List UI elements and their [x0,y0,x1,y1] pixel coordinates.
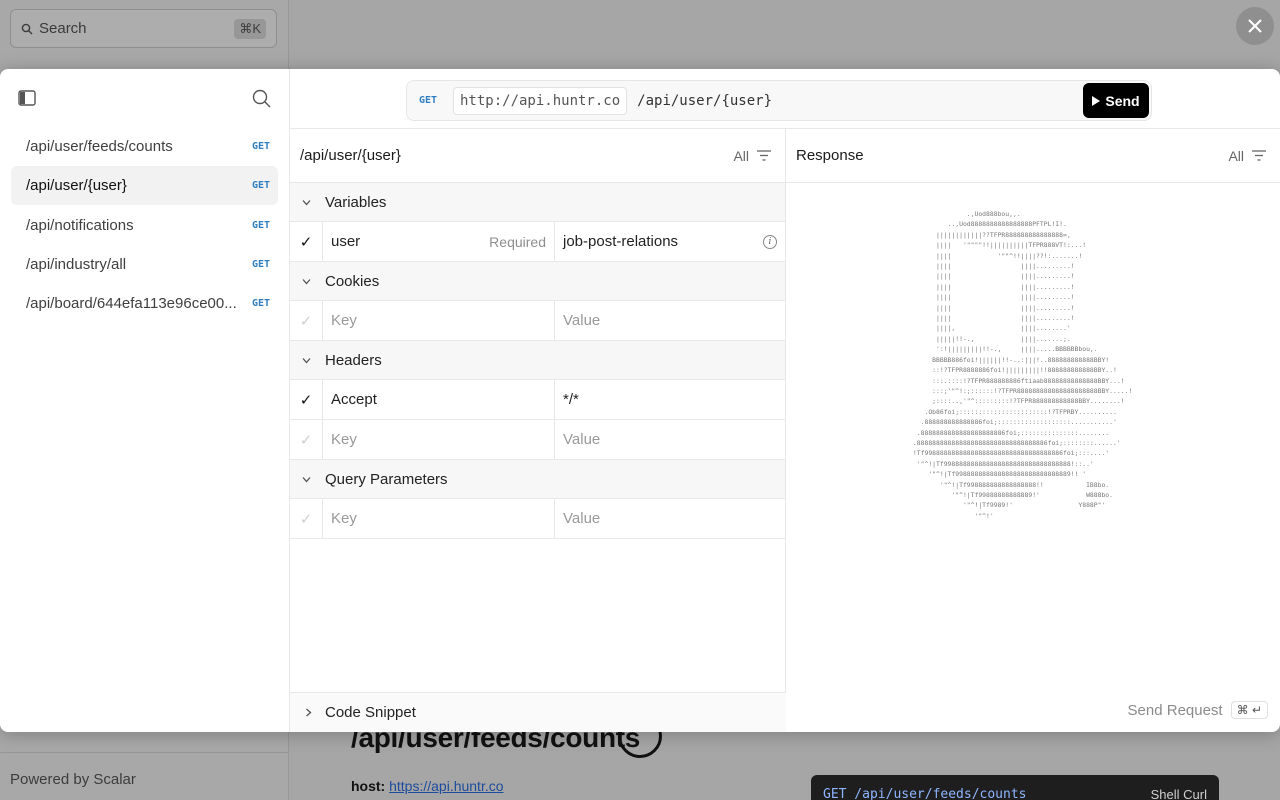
info-icon[interactable]: i [763,234,777,249]
send-label: Send [1105,92,1140,109]
search-icon[interactable] [252,89,271,108]
request-filter[interactable]: All [733,148,771,164]
header-key-input[interactable]: Key [323,420,555,459]
chevron-down-icon [302,357,311,363]
cookie-value-input[interactable]: Value [555,301,785,340]
variable-key-text: user [331,233,361,250]
section-headers-label: Headers [325,351,382,369]
close-icon [1248,19,1262,33]
sidebar-item-board[interactable]: /api/board/644efa113e96ce00... GET [11,284,278,323]
method-badge: GET [251,298,270,310]
method-badge: GET [251,141,270,152]
check-icon[interactable]: ✓ [290,420,323,459]
section-code-snippet-label: Code Snippet [325,704,416,721]
response-header: Response All [786,129,1280,183]
send-request-hint[interactable]: Send Request ⌘ ↵ [1128,701,1268,719]
background-search[interactable]: Search ⌘K [10,9,277,48]
send-button[interactable]: Send [1083,83,1149,118]
header-value-input[interactable]: Value [555,420,785,459]
header-key[interactable]: Accept [323,380,555,419]
chevron-down-icon [302,278,311,284]
section-query-label: Query Parameters [325,470,448,488]
cookie-row: ✓ Key Value [290,301,785,341]
request-path[interactable]: /api/user/{user} [637,93,772,109]
request-header: /api/user/{user} All [290,129,785,183]
query-row: ✓ Key Value [290,499,785,539]
modal-sidebar: /api/user/feeds/counts GET /api/user/{us… [0,69,290,732]
request-filter-label: All [733,147,749,164]
search-icon [21,23,33,34]
variable-key[interactable]: user Required [323,222,555,261]
search-shortcut: ⌘K [234,18,266,39]
modal-sidebar-header [0,69,289,127]
section-variables-label: Variables [325,193,387,211]
close-button[interactable] [1236,7,1274,45]
section-headers[interactable]: Headers [290,341,785,380]
sidebar-item-notifications[interactable]: /api/notifications GET [11,206,278,245]
code-language-select[interactable]: Shell Curl [1151,787,1207,800]
query-value-input[interactable]: Value [555,499,785,538]
host-label: host: [351,778,386,794]
chevron-down-icon [302,476,311,482]
method-badge: GET [251,258,270,270]
check-icon[interactable]: ✓ [290,380,323,419]
variable-value-text: job-post-relations [563,233,679,250]
chevron-down-icon [302,199,311,205]
sidebar-item-user[interactable]: /api/user/{user} GET [11,166,278,206]
check-icon[interactable]: ✓ [290,301,323,340]
request-method[interactable]: GET [419,95,453,106]
required-label: Required [489,233,546,250]
send-request-label: Send Request [1127,701,1223,719]
modal-main: GET http://api.huntr.co /api/user/{user}… [290,69,1280,732]
header-row: ✓ Accept */* [290,380,785,420]
endpoint-path: /api/user/{user} [26,177,127,195]
endpoint-path: /api/notifications [26,216,134,234]
filter-icon [757,150,771,161]
method-badge: GET [251,219,270,231]
background-search-placeholder: Search [39,20,87,37]
section-cookies[interactable]: Cookies [290,262,785,301]
method-badge: GET [251,180,270,192]
section-code-snippet[interactable]: Code Snippet [290,692,786,732]
host-link[interactable]: https://api.huntr.co [389,778,503,794]
response-title: Response [796,147,864,164]
powered-by-label: Powered by Scalar [0,752,289,800]
request-pane: /api/user/{user} All Variables ✓ user Re… [290,128,786,732]
cookie-key-input[interactable]: Key [323,301,555,340]
section-query-parameters[interactable]: Query Parameters [290,460,785,499]
variable-value[interactable]: job-post-relations i [555,222,785,261]
header-value[interactable]: */* [555,380,785,419]
scalar-ascii-logo: .,Uod888bou,,. ..,Uod8888888888888888PFT… [912,210,1133,520]
section-variables[interactable]: Variables [290,183,785,222]
send-request-shortcut: ⌘ ↵ [1230,701,1268,719]
host-info: host: https://api.huntr.co [351,778,504,794]
section-cookies-label: Cookies [325,272,380,290]
query-key-input[interactable]: Key [323,499,555,538]
code-example-text: GET /api/user/feeds/counts [823,787,1027,800]
response-filter-label: All [1228,147,1244,164]
code-example: GET /api/user/feeds/counts Shell Curl [811,775,1219,800]
sidebar-toggle-icon[interactable] [18,90,36,106]
request-url-bar[interactable]: GET http://api.huntr.co /api/user/{user}… [406,80,1152,121]
endpoint-path: /api/user/feeds/counts [26,138,173,155]
chevron-right-icon [306,708,312,717]
variable-row: ✓ user Required job-post-relations i [290,222,785,262]
api-client-modal: /api/user/feeds/counts GET /api/user/{us… [0,69,1280,732]
request-title: /api/user/{user} [300,147,401,164]
sidebar-item-industry-all[interactable]: /api/industry/all GET [11,245,278,284]
endpoint-list: /api/user/feeds/counts GET /api/user/{us… [0,127,289,323]
response-pane: Response All .,Uod888bou,,. ..,Uod888888… [786,128,1280,732]
header-row-empty: ✓ Key Value [290,420,785,460]
sidebar-item-feeds-counts[interactable]: /api/user/feeds/counts GET [11,127,278,166]
endpoint-path: /api/industry/all [26,255,127,273]
server-url[interactable]: http://api.huntr.co [453,86,628,115]
play-icon [1092,95,1101,106]
check-icon[interactable]: ✓ [290,499,323,538]
response-filter[interactable]: All [1228,148,1266,164]
check-icon[interactable]: ✓ [290,222,323,261]
endpoint-path: /api/board/644efa113e96ce00... [26,295,237,313]
filter-icon [1252,150,1266,161]
